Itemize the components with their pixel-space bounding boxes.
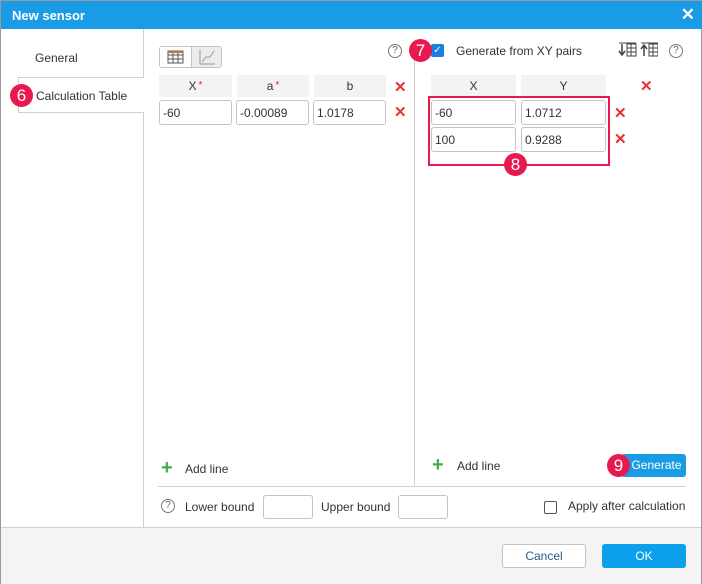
pane-divider — [414, 41, 415, 487]
bounds-divider — [158, 486, 686, 487]
x-input[interactable] — [159, 100, 232, 125]
cancel-button[interactable]: Cancel — [502, 544, 586, 568]
ok-button[interactable]: OK — [602, 544, 686, 568]
dialog-title-bar: New sensor ✕ — [1, 1, 702, 29]
tab-calculation-table[interactable]: Calculation Table — [18, 77, 144, 113]
header-a: a * — [237, 75, 309, 97]
delete-row-icon[interactable]: ✕ — [614, 106, 627, 121]
header-xy-x: X — [431, 75, 516, 97]
badge-8: 8 — [504, 153, 527, 176]
generate-button[interactable]: Generate — [621, 454, 686, 477]
xy-y-input[interactable] — [521, 100, 606, 125]
delete-column-icon[interactable]: ✕ — [640, 79, 653, 94]
close-icon[interactable]: ✕ — [681, 6, 695, 23]
new-sensor-dialog: New sensor ✕ General Calculation Table 6… — [0, 0, 702, 584]
view-toggle — [159, 46, 222, 68]
help-icon-right[interactable]: ? — [669, 44, 683, 58]
add-line-button-left[interactable]: + Add line — [161, 457, 241, 479]
b-input[interactable] — [313, 100, 386, 125]
xy-y-input[interactable] — [521, 127, 606, 152]
lower-bound-label: Lower bound — [185, 500, 255, 514]
table-view-button[interactable] — [160, 47, 191, 67]
plus-icon: + — [432, 454, 444, 476]
xy-x-input[interactable] — [431, 127, 516, 152]
plus-icon: + — [161, 457, 173, 479]
badge-7: 7 — [409, 39, 432, 62]
apply-after-calculation-checkbox[interactable] — [544, 501, 557, 514]
badge-6: 6 — [10, 84, 33, 107]
chart-view-button[interactable] — [191, 47, 221, 67]
export-icon — [640, 42, 658, 57]
dialog-footer: Cancel OK — [1, 527, 701, 584]
header-xy-y: Y — [521, 75, 606, 97]
delete-row-icon[interactable]: ✕ — [614, 132, 627, 147]
table-icon — [167, 50, 184, 64]
delete-column-icon[interactable]: ✕ — [394, 80, 407, 95]
tab-general[interactable]: General — [18, 40, 144, 77]
apply-after-calculation-label: Apply after calculation — [568, 499, 686, 513]
help-icon[interactable]: ? — [388, 44, 402, 58]
upper-bound-label: Upper bound — [321, 500, 391, 514]
a-input[interactable] — [236, 100, 309, 125]
help-icon-bounds[interactable]: ? — [161, 499, 175, 513]
header-b: b — [314, 75, 386, 97]
add-line-label: Add line — [185, 462, 229, 476]
lower-bound-input[interactable] — [263, 495, 313, 519]
badge-9: 9 — [607, 454, 630, 477]
add-line-button-right[interactable]: + Add line — [432, 454, 512, 476]
generate-from-xy-checkbox[interactable]: ✓ — [431, 44, 444, 57]
add-line-label: Add line — [457, 459, 501, 473]
dialog-title: New sensor — [12, 8, 85, 23]
delete-row-icon[interactable]: ✕ — [394, 105, 407, 120]
generate-from-xy-label: Generate from XY pairs — [456, 44, 582, 58]
upper-bound-input[interactable] — [398, 495, 448, 519]
header-x: X * — [159, 75, 232, 97]
chart-icon — [199, 50, 215, 65]
import-export-icons[interactable] — [618, 41, 658, 59]
xy-x-input[interactable] — [431, 100, 516, 125]
import-icon — [618, 42, 637, 57]
